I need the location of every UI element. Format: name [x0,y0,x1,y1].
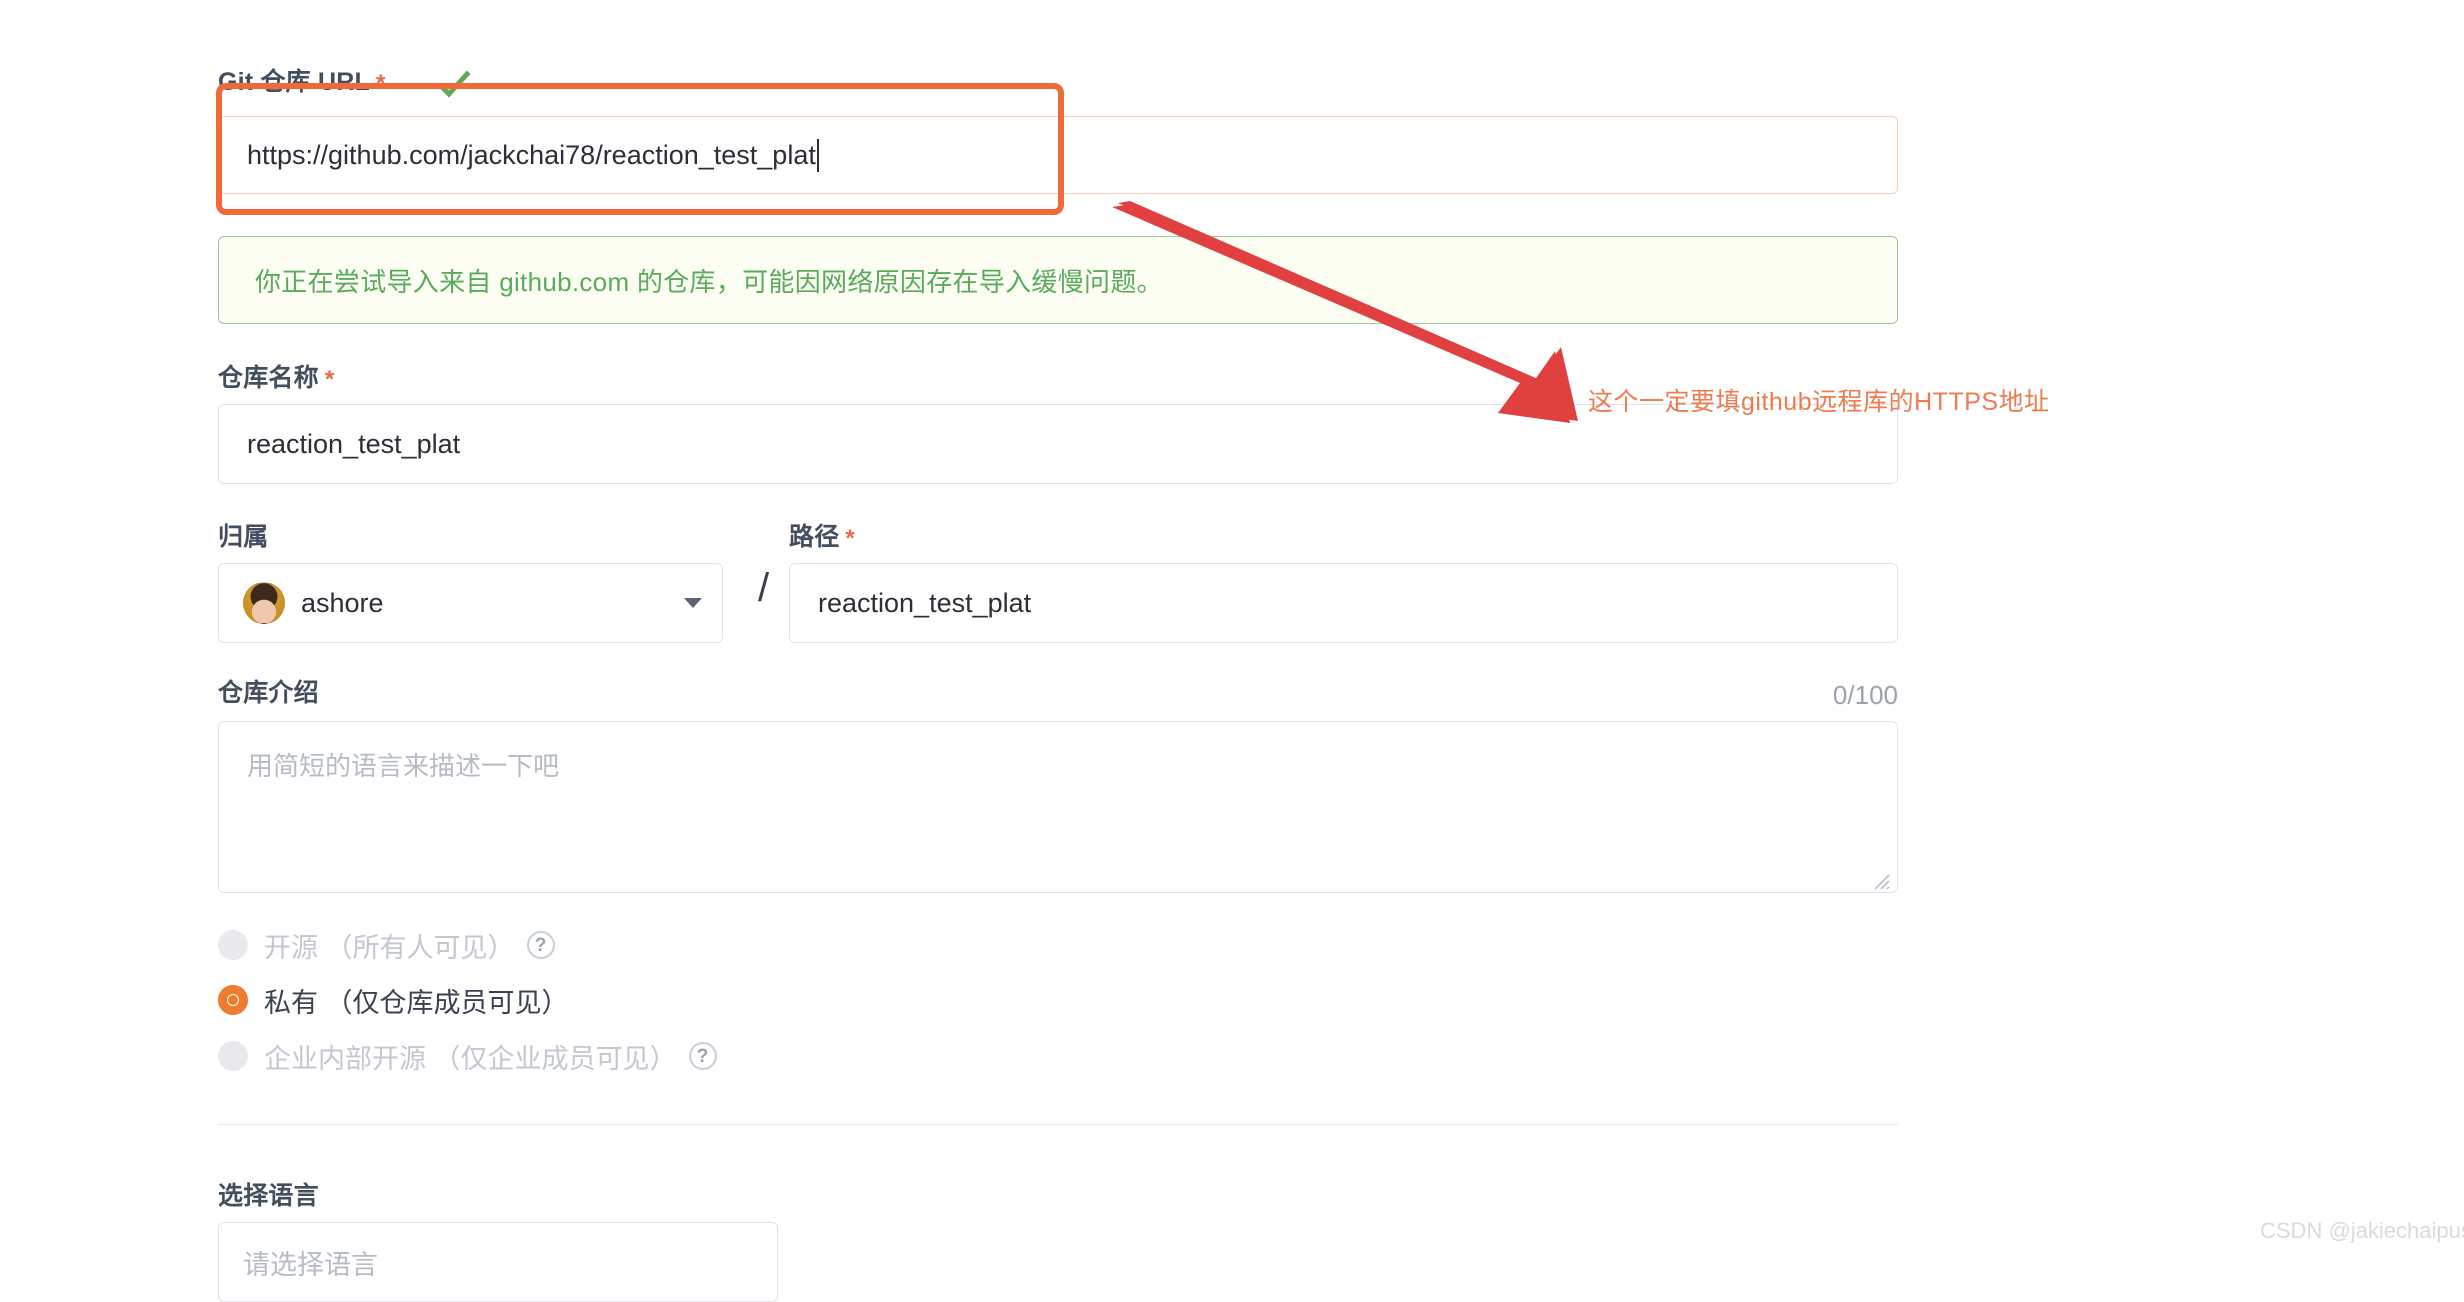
description-char-counter: 0/100 [1832,680,1898,710]
visibility-option-public-label: 开源 （所有人可见） [264,932,515,963]
description-label: 仓库介绍 [218,681,319,706]
section-divider [218,1124,1898,1125]
radio-button-icon[interactable] [218,985,248,1015]
check-icon [437,70,471,98]
git-url-required-star: * [376,70,386,97]
repo-name-label: 仓库名称 * [218,366,334,392]
git-url-notice-text: 你正在尝试导入来自 github.com 的仓库，可能因网络原因存在导入缓慢问题… [255,266,1163,297]
path-input[interactable]: reaction_test_plat [789,563,1898,643]
repo-name-label-text: 仓库名称 [218,364,319,392]
watermark: CSDN @jakiechaipush [2260,1218,2464,1243]
language-placeholder: 请选择语言 [243,1249,378,1280]
radio-button-icon[interactable] [218,1041,248,1071]
git-url-label-text: Git 仓库 URL [218,68,370,96]
help-icon[interactable]: ? [526,931,555,959]
visibility-option-private-label: 私有 （仅仓库成员可见） [264,987,569,1018]
path-separator: / [758,566,770,610]
radio-button-icon[interactable] [218,930,248,960]
description-placeholder: 用简短的语言来描述一下吧 [247,751,560,781]
visibility-option-enterprise[interactable]: 企业内部开源 （仅企业成员可见） ? [218,1036,717,1076]
owner-label-text: 归属 [218,523,269,551]
language-select[interactable]: 请选择语言 [218,1222,778,1302]
help-icon[interactable]: ? [688,1042,717,1070]
chevron-down-icon [684,598,702,608]
path-label-text: 路径 [789,523,840,551]
avatar [243,582,285,624]
language-label: 选择语言 [218,1184,319,1209]
path-required-star: * [845,525,855,552]
path-value: reaction_test_plat [818,587,1032,618]
owner-selected-value: ashore [301,587,384,618]
path-label: 路径 * [789,525,855,551]
visibility-option-enterprise-label: 企业内部开源 （仅企业成员可见） [264,1043,677,1074]
git-url-notice-banner: 你正在尝试导入来自 github.com 的仓库，可能因网络原因存在导入缓慢问题… [218,236,1898,324]
annotation-text: 这个一定要填github远程库的HTTPS地址 [1588,388,2050,416]
visibility-option-private[interactable]: 私有 （仅仓库成员可见） [218,980,569,1020]
git-url-label: Git 仓库 URL * [218,70,386,96]
owner-select[interactable]: ashore [218,563,723,643]
description-textarea[interactable]: 用简短的语言来描述一下吧 [218,721,1898,893]
description-label-text: 仓库介绍 [218,679,319,707]
repo-name-value: reaction_test_plat [247,428,461,459]
repo-name-required-star: * [324,366,335,393]
git-url-input[interactable]: https://github.com/jackchai78/reaction_t… [218,116,1898,194]
text-caret [816,138,819,172]
git-url-value: https://github.com/jackchai78/reaction_t… [247,139,816,170]
owner-label: 归属 [218,525,268,550]
create-repository-form-page: Git 仓库 URL * https://github.com/jackchai7… [0,0,2464,1302]
visibility-option-public[interactable]: 开源 （所有人可见） ? [218,925,555,965]
language-label-text: 选择语言 [218,1182,319,1210]
